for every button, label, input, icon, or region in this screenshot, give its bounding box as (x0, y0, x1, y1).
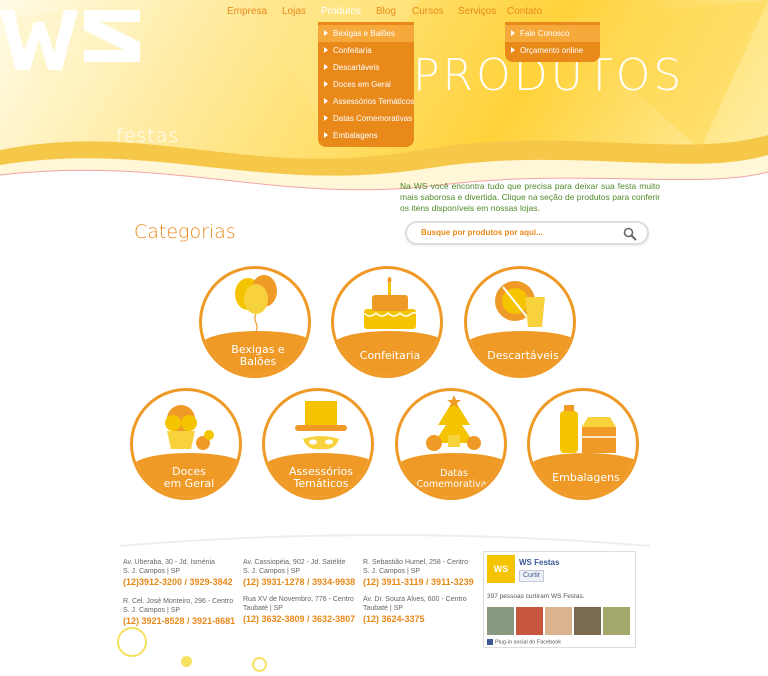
store-address: Av. Uberaba, 30 - Jd. Isménia S. J. Campo… (123, 559, 241, 588)
category-label: Doces em Geral (163, 465, 215, 490)
products-dropdown: Bexigas e Balões Confeitaria Descartávei… (318, 22, 414, 147)
menu-item-confeitaria[interactable]: Confeitaria (318, 42, 414, 59)
category-datas[interactable]: Datas Comemorativas (395, 388, 507, 500)
categories-heading: Categorias (134, 221, 236, 243)
nav-produtos[interactable]: Produtos (321, 6, 361, 17)
fb-fan-avatar[interactable] (545, 607, 572, 635)
category-embalagens[interactable]: Embalagens (527, 388, 639, 500)
menu-item-assessorios[interactable]: Assessórios Temáticos (318, 93, 414, 110)
store-phone: (12)3912-3200 / 3929-3842 (123, 577, 233, 587)
fb-page-logo[interactable]: WS (487, 555, 515, 583)
store-phone: (12) 3921-8528 / 3921-8681 (123, 616, 236, 626)
store-address: Av. Dr. Souza Alves, 600 - Centro Taubaté… (363, 596, 481, 625)
decorative-dot (181, 656, 192, 667)
menu-item-fale-conosco[interactable]: Fale Conosco (505, 25, 600, 42)
store-phone: (12) 3911-3119 / 3911-3239 (363, 577, 474, 587)
category-doces[interactable]: Doces em Geral (130, 388, 242, 500)
fb-fan-avatar[interactable] (487, 607, 514, 635)
facebook-widget: WS WS Festas Curtir 397 pessoas curtiram… (483, 551, 636, 648)
category-bexigas[interactable]: Bexigas e Balões (199, 266, 311, 378)
search-icon[interactable] (623, 227, 637, 241)
decorative-ring (117, 627, 147, 657)
store-phone: (12) 3931-1278 / 3934-9938 (243, 577, 356, 587)
contact-dropdown: Fale Conosco Orçamento online (505, 22, 600, 62)
decorative-ring (252, 657, 267, 672)
fb-likes-count: 397 pessoas curtiram WS Festas. (487, 593, 585, 600)
nav-blog[interactable]: Blog (376, 6, 396, 17)
store-address: R. Sebastião Humel, 258 - Centro S. J. Ca… (363, 559, 481, 588)
category-label: Confeitaria (359, 349, 421, 362)
intro-text: Na WS você encontra tudo que precisa par… (400, 181, 660, 213)
menu-item-descartaveis[interactable]: Descartáveis (318, 59, 414, 76)
logo-subtitle: festas (116, 125, 180, 147)
search-input[interactable]: Busque por produtos por aqui... (421, 228, 543, 237)
category-assessorios[interactable]: Assessórios Temáticos (262, 388, 374, 500)
fb-fan-avatar[interactable] (603, 607, 630, 635)
menu-item-datas[interactable]: Datas Comemorativas (318, 110, 414, 127)
main-nav: Empresa Lojas Produtos Blog Cursos Servi… (0, 6, 768, 20)
store-phone: (12) 3632-3809 / 3632-3807 (243, 614, 356, 624)
fb-fan-avatar[interactable] (516, 607, 543, 635)
fb-page-name[interactable]: WS Festas (519, 558, 559, 567)
nav-empresa[interactable]: Empresa (227, 6, 267, 17)
search-box[interactable]: Busque por produtos por aqui... (405, 221, 649, 245)
menu-item-bexigas[interactable]: Bexigas e Balões (318, 25, 414, 42)
store-address: R. Cel. José Monteiro, 296 - Centro S. J.… (123, 598, 241, 627)
category-label: Embalagens (552, 471, 620, 484)
category-confeitaria[interactable]: Confeitaria (331, 266, 443, 378)
category-label: Assessórios Temáticos (289, 465, 353, 490)
store-address: Av. Cassiopéia, 902 - Jd. Satélite S. J. … (243, 559, 361, 588)
fb-fan-avatar[interactable] (574, 607, 601, 635)
nav-servicos[interactable]: Serviços (458, 6, 496, 17)
fb-like-button[interactable]: Curtir (519, 570, 545, 582)
nav-cursos[interactable]: Cursos (412, 6, 444, 17)
menu-item-doces[interactable]: Doces em Geral (318, 76, 414, 93)
menu-item-embalagens[interactable]: Embalagens (318, 127, 414, 144)
footer-divider (120, 534, 650, 547)
menu-item-orcamento[interactable]: Orçamento online (505, 42, 600, 59)
category-descartaveis[interactable]: Descartáveis (464, 266, 576, 378)
category-label: Descartáveis (487, 349, 559, 362)
category-label: Datas Comemorativas (416, 468, 492, 490)
store-phone: (12) 3624-3375 (363, 614, 425, 624)
fb-plugin-caption: Plug-in social do Facebook (487, 639, 561, 645)
nav-contato[interactable]: Contato (507, 6, 542, 17)
nav-lojas[interactable]: Lojas (282, 6, 306, 17)
store-address: Rua XV de Novembro, 776 - Centro Taubaté … (243, 596, 361, 625)
facebook-icon (487, 639, 493, 645)
category-label: Bexigas e Balões (231, 343, 285, 368)
